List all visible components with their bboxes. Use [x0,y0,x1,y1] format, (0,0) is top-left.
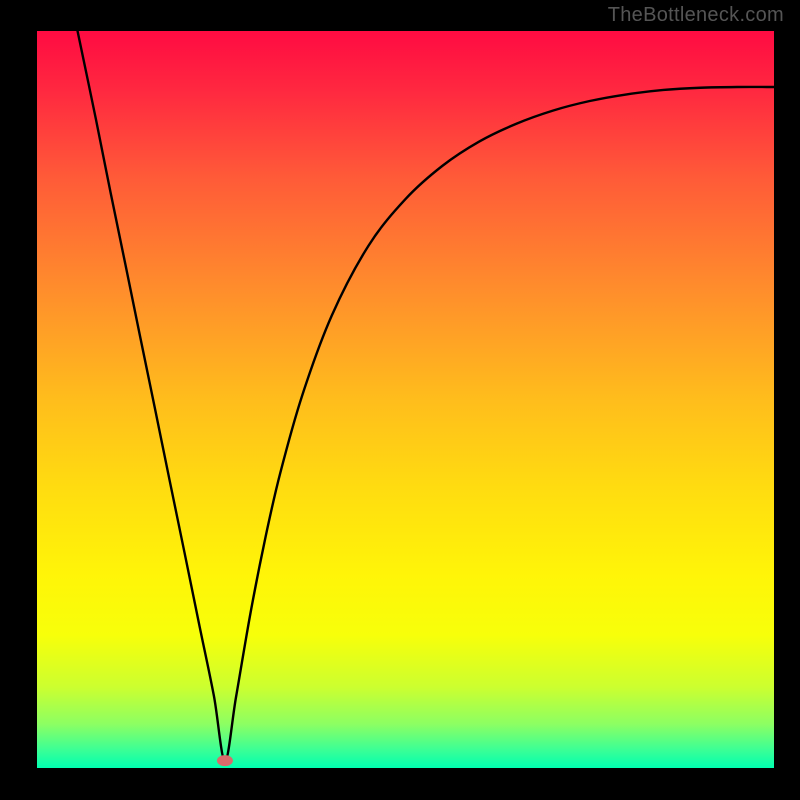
chart-svg [37,31,774,768]
chart-marker-dot [217,755,233,766]
chart-frame: TheBottleneck.com [0,0,800,800]
chart-gradient-background [37,31,774,768]
chart-plot-area [37,31,774,768]
watermark-text: TheBottleneck.com [608,4,784,27]
